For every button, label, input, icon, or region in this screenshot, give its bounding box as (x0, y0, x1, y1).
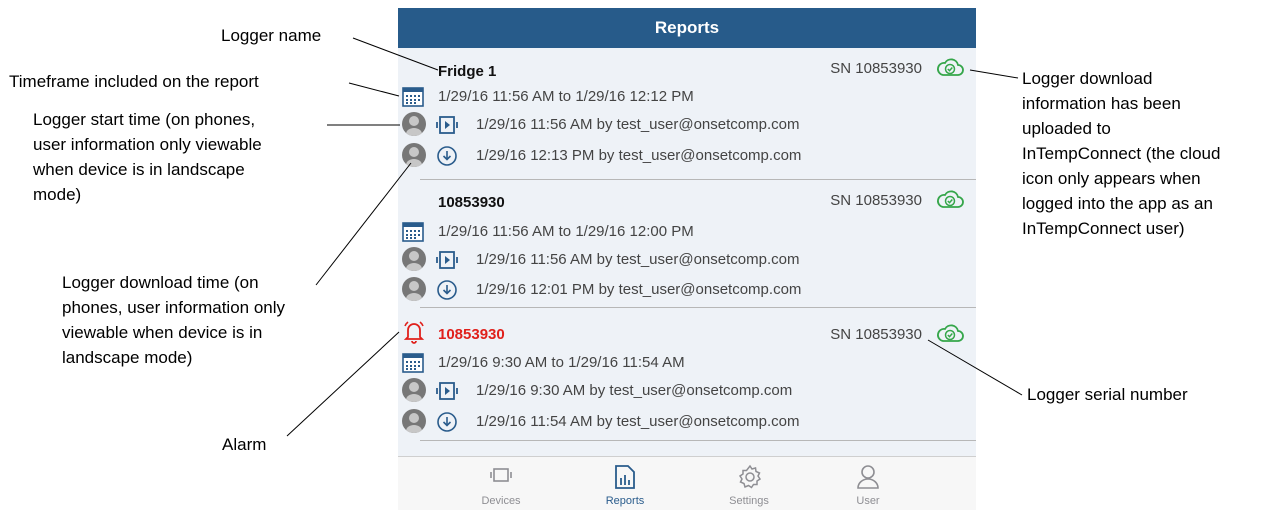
leader-logger-name (352, 37, 439, 71)
leader-lines (286, 37, 1023, 437)
leader-timeframe (348, 82, 400, 97)
leader-cloud (969, 69, 1019, 79)
leader-download-time (315, 162, 412, 286)
leader-serial (927, 339, 1023, 396)
leader-alarm (286, 331, 400, 437)
